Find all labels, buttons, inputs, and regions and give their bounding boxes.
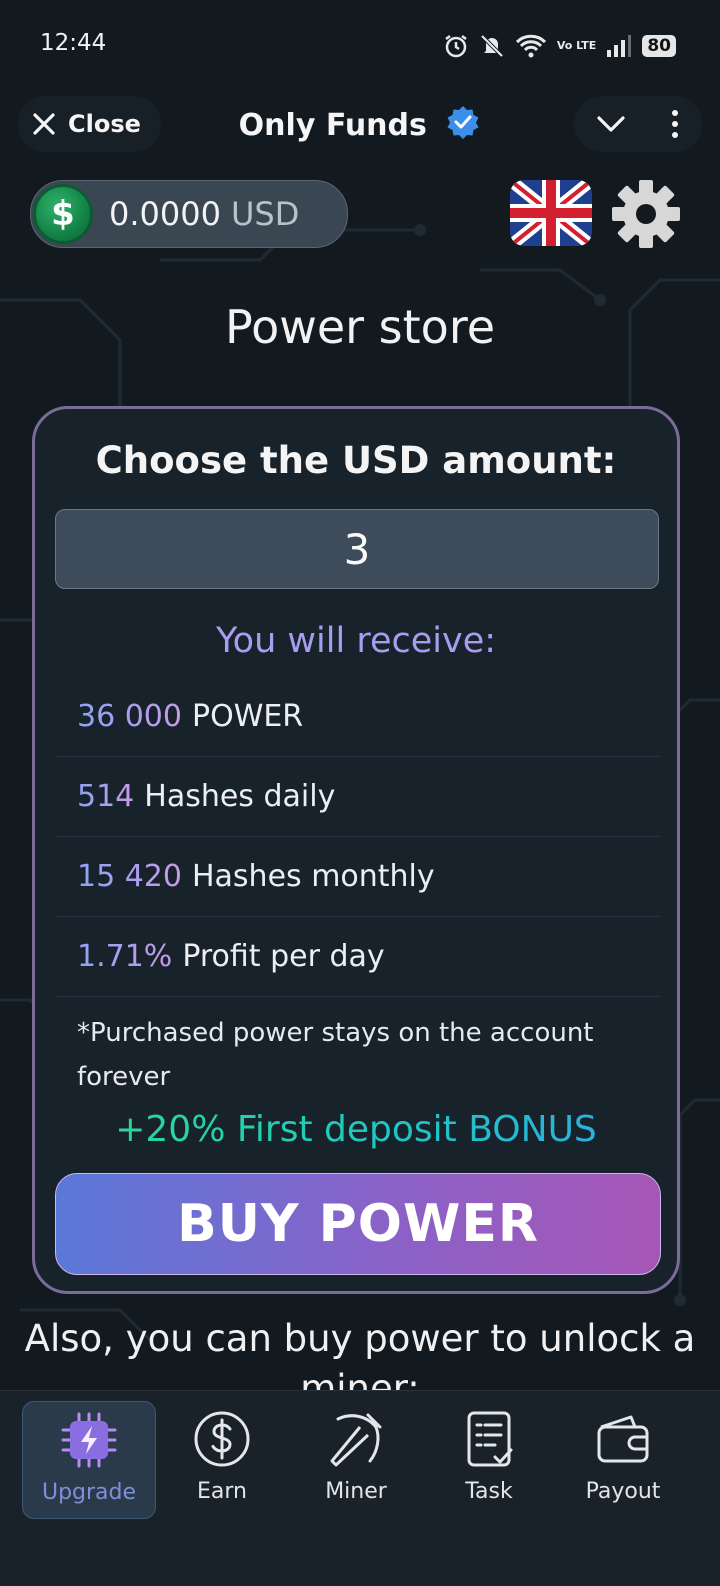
buy-power-button[interactable]: BUY POWER: [55, 1173, 661, 1275]
more-vertical-icon[interactable]: [670, 109, 680, 139]
status-icons: Vo LTE 80: [443, 30, 676, 62]
balance-value: 0.0000: [109, 195, 221, 233]
receive-row-profit: 1.71% Profit per day: [55, 917, 659, 997]
hashes-daily-amount: 514: [77, 779, 135, 814]
battery-indicator: 80: [642, 35, 676, 57]
dollar-coin-icon: $: [33, 184, 93, 244]
nav-payout-label: Payout: [585, 1479, 661, 1504]
nav-payout[interactable]: Payout: [556, 1401, 690, 1519]
nav-earn-label: Earn: [197, 1479, 247, 1504]
profit-percent: 1.71%: [77, 939, 173, 974]
gear-icon[interactable]: [608, 176, 684, 252]
receive-label: You will receive:: [215, 621, 497, 661]
bonus-banner: +20% First deposit BONUS: [35, 1109, 677, 1150]
nav-earn[interactable]: Earn: [155, 1401, 289, 1519]
verified-badge-icon: [447, 106, 479, 139]
wallet-icon: [597, 1415, 649, 1463]
status-bar: 12:44 Vo LTE 80: [0, 0, 720, 92]
bottom-nav: Upgrade Earn Miner Task Payout: [0, 1390, 720, 1586]
pickaxe-icon: [330, 1413, 382, 1467]
clipboard-check-icon: [467, 1411, 513, 1467]
nav-task[interactable]: Task: [422, 1401, 556, 1519]
nav-upgrade[interactable]: Upgrade: [22, 1401, 156, 1519]
hashes-monthly-label: Hashes monthly: [191, 859, 435, 894]
uk-flag-icon[interactable]: [510, 180, 592, 246]
app-header: Close Only Funds: [0, 92, 720, 156]
power-label: POWER: [191, 699, 304, 734]
nav-upgrade-label: Upgrade: [41, 1480, 137, 1505]
volte-indicator: Vo LTE: [556, 39, 597, 52]
page-title: Power store: [224, 300, 496, 354]
power-amount: 36 000: [77, 699, 182, 734]
profit-label: Profit per day: [182, 939, 385, 974]
nav-miner[interactable]: Miner: [289, 1401, 423, 1519]
status-time: 12:44: [40, 30, 107, 56]
app-title-text: Only Funds: [238, 108, 427, 143]
receive-row-daily: 514 Hashes daily: [55, 757, 659, 837]
balance-currency: USD: [230, 195, 300, 233]
chip-bolt-icon: [61, 1412, 117, 1468]
usd-amount-input[interactable]: [55, 509, 659, 589]
wifi-icon: [515, 33, 547, 59]
receive-list: 36 000 POWER 514 Hashes daily 15 420 Has…: [55, 677, 659, 997]
purchase-note: *Purchased power stays on the account fo…: [77, 1018, 594, 1092]
nav-miner-label: Miner: [325, 1479, 387, 1504]
chevron-down-icon[interactable]: [596, 114, 626, 134]
hashes-daily-label: Hashes daily: [144, 779, 336, 814]
receive-row-power: 36 000 POWER: [55, 677, 659, 757]
receive-row-monthly: 15 420 Hashes monthly: [55, 837, 659, 917]
nav-task-label: Task: [465, 1479, 513, 1504]
dollar-circle-icon: [194, 1411, 250, 1467]
alarm-icon: [443, 33, 469, 59]
amount-heading: Choose the USD amount:: [95, 439, 617, 482]
power-store-card: Choose the USD amount: You will receive:…: [32, 406, 680, 1294]
header-actions: [574, 96, 702, 152]
mute-icon: [479, 33, 505, 59]
signal-icon: [606, 34, 632, 58]
hashes-monthly-amount: 15 420: [77, 859, 182, 894]
balance-display: $ 0.0000 USD: [30, 180, 348, 248]
